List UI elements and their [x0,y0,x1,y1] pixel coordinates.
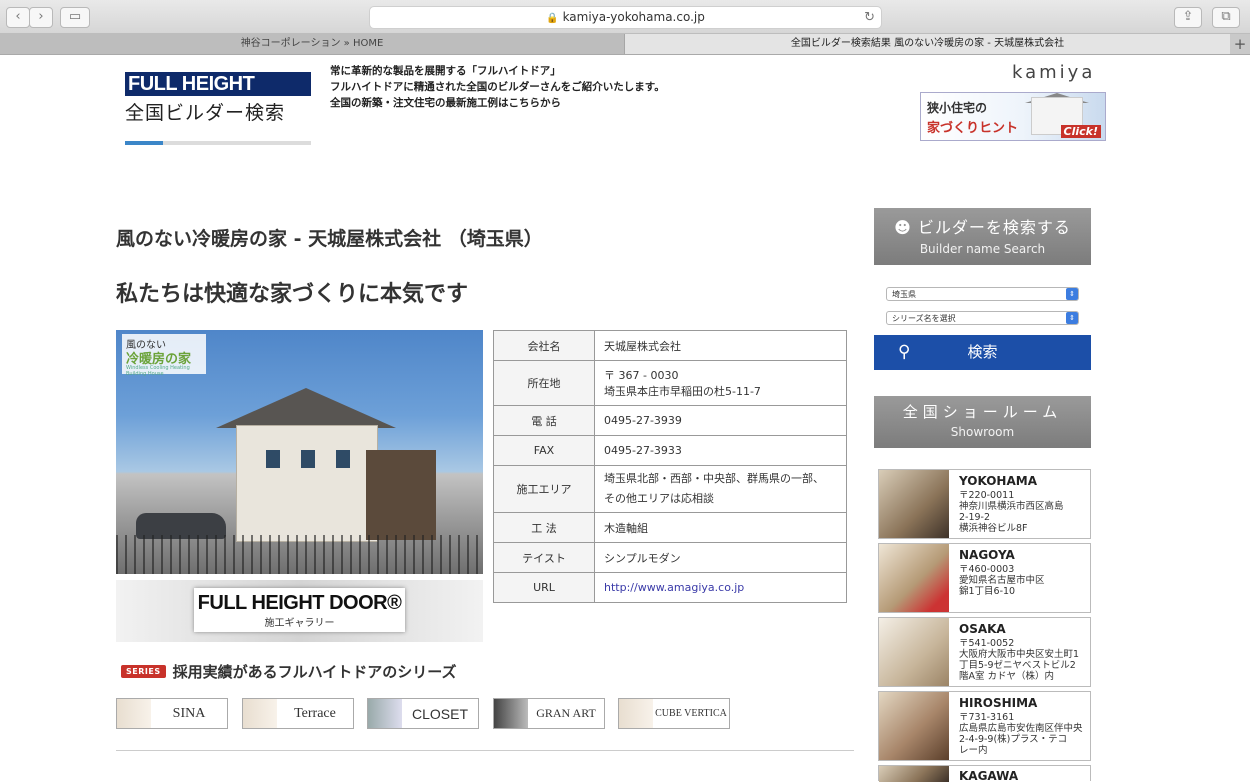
table-row: 所在地〒 367 - 0030 埼玉県本庄市早稲田の杜5-11-7 [493,360,847,406]
gallery-banner[interactable]: FULL HEIGHT DOOR® 施工ギャラリー [116,580,483,642]
tabs-overview-button[interactable]: ⧉ [1212,7,1240,28]
url-text: kamiya-yokohama.co.jp [562,10,705,24]
showroom-photo [879,470,949,538]
builder-search-heading: ☻ ビルダーを検索する Builder name Search [874,208,1091,265]
series-gran-art-button[interactable]: GRAN ART [493,698,605,729]
table-row: 会社名 天城屋株式会社 [493,330,847,361]
prefecture-select[interactable]: 埼玉県 ⇕ [886,287,1079,301]
select-arrows-icon: ⇕ [1066,312,1078,324]
showroom-nagoya[interactable]: NAGOYA 〒460-0003 愛知県名古屋市中区 錦1丁目6-10 [878,543,1091,613]
kamiya-brand-logo[interactable]: kamiya [1012,62,1095,83]
showroom-kagawa[interactable]: KAGAWA [878,765,1091,783]
series-select[interactable]: シリーズ名を選択 ⇕ [886,311,1079,325]
logo-builder-search: 全国ビルダー検索 [125,102,286,124]
table-row: 電 話 0495-27-3939 [493,405,847,436]
company-url-link[interactable]: http://www.amagiya.co.jp [604,581,744,594]
search-person-icon: ☻ [894,218,918,237]
search-icon: ⚲ [898,342,911,362]
tabs-icon: ⧉ [1221,9,1231,24]
logo-full-height-door: FULL HEIGHT DOOR® [125,72,311,119]
reload-icon[interactable]: ↻ [864,7,875,28]
page-title: 風のない冷暖房の家 - 天城屋株式会社 （埼玉県） [116,228,543,250]
small-house-tips-banner[interactable]: 狭小住宅の 家づくりヒント Click! [920,92,1106,141]
table-row: テイスト シンプルモダン [493,542,847,573]
headline: 私たちは快適な家づくりに本気です [116,282,469,307]
tab-bar: 神谷コーポレーション » HOME 全国ビルダー検索結果 風のない冷暖房の家 -… [0,34,1250,55]
showroom-photo [879,766,949,782]
table-row: URL http://www.amagiya.co.jp [493,572,847,603]
back-button[interactable]: ‹ [6,7,30,28]
series-sina-button[interactable]: SINA [116,698,228,729]
share-icon: ⇪ [1182,9,1194,24]
site-tagline: 常に革新的な製品を展開する「フルハイトドア」 フルハイトドアに精通された全国のビ… [330,65,665,109]
series-tag: SERIES [121,665,166,678]
showroom-photo [879,544,949,612]
lock-icon: 🔒 [546,13,559,24]
share-button[interactable]: ⇪ [1174,7,1202,28]
select-arrows-icon: ⇕ [1066,288,1078,300]
content-divider [116,750,854,751]
series-terrace-button[interactable]: Terrace [242,698,354,729]
tab-home[interactable]: 神谷コーポレーション » HOME [0,34,625,54]
house-photo: 風のない 冷暖房の家 Windless Cooling Heating Buil… [116,330,483,574]
logo-underline [125,141,311,145]
showroom-photo [879,692,949,760]
showroom-osaka[interactable]: OSAKA 〒541-0052 大阪府大阪市中央区安土町1 丁目5-9ゼニヤベス… [878,617,1091,687]
forward-button[interactable]: › [29,7,53,28]
chevron-right-icon: › [38,9,44,24]
sidebar-icon: ▭ [68,9,82,24]
series-closet-button[interactable]: CLOSET [367,698,479,729]
tab-builder-result[interactable]: 全国ビルダー検索結果 風のない冷暖房の家 - 天城屋株式会社 [625,34,1230,54]
new-tab-button[interactable]: + [1230,34,1250,54]
browser-toolbar: ‹ › ▭ 🔒 kamiya-yokohama.co.jp ↻ ⇪ ⧉ [0,0,1250,34]
showroom-yokohama[interactable]: YOKOHAMA 〒220-0011 神奈川県横浜市西区高島 2-19-2 横浜… [878,469,1091,539]
address-bar[interactable]: 🔒 kamiya-yokohama.co.jp ↻ [369,6,882,29]
chevron-left-icon: ‹ [15,9,21,24]
company-brand-badge: 風のない 冷暖房の家 Windless Cooling Heating Buil… [122,334,206,377]
table-row: 施工エリア 埼玉県北部・西部・中央部、群馬県の一部、 その他エリアは応相談 [493,465,847,513]
series-heading: SERIES 採用実績があるフルハイトドアのシリーズ [121,661,457,682]
table-row: FAX 0495-27-3933 [493,435,847,466]
sidebar-toggle-button[interactable]: ▭ [60,7,90,28]
table-row: 工 法木造軸組 [493,512,847,543]
showroom-hiroshima[interactable]: HIROSHIMA 〒731-3161 広島県広島市安佐南区伴中央 2-4-9-… [878,691,1091,761]
company-info-table: 会社名 天城屋株式会社 所在地〒 367 - 0030 埼玉県本庄市早稲田の杜5-1… [493,330,847,603]
search-button[interactable]: ⚲ 検索 [874,335,1091,370]
showroom-heading: 全国ショールーム Showroom [874,396,1091,448]
showroom-photo [879,618,949,686]
site-logo[interactable]: FULL HEIGHT DOOR® 全国ビルダー検索 [125,72,311,145]
series-cube-vertica-button[interactable]: CUBE VERTICA [618,698,730,729]
click-label: Click! [1060,125,1101,138]
